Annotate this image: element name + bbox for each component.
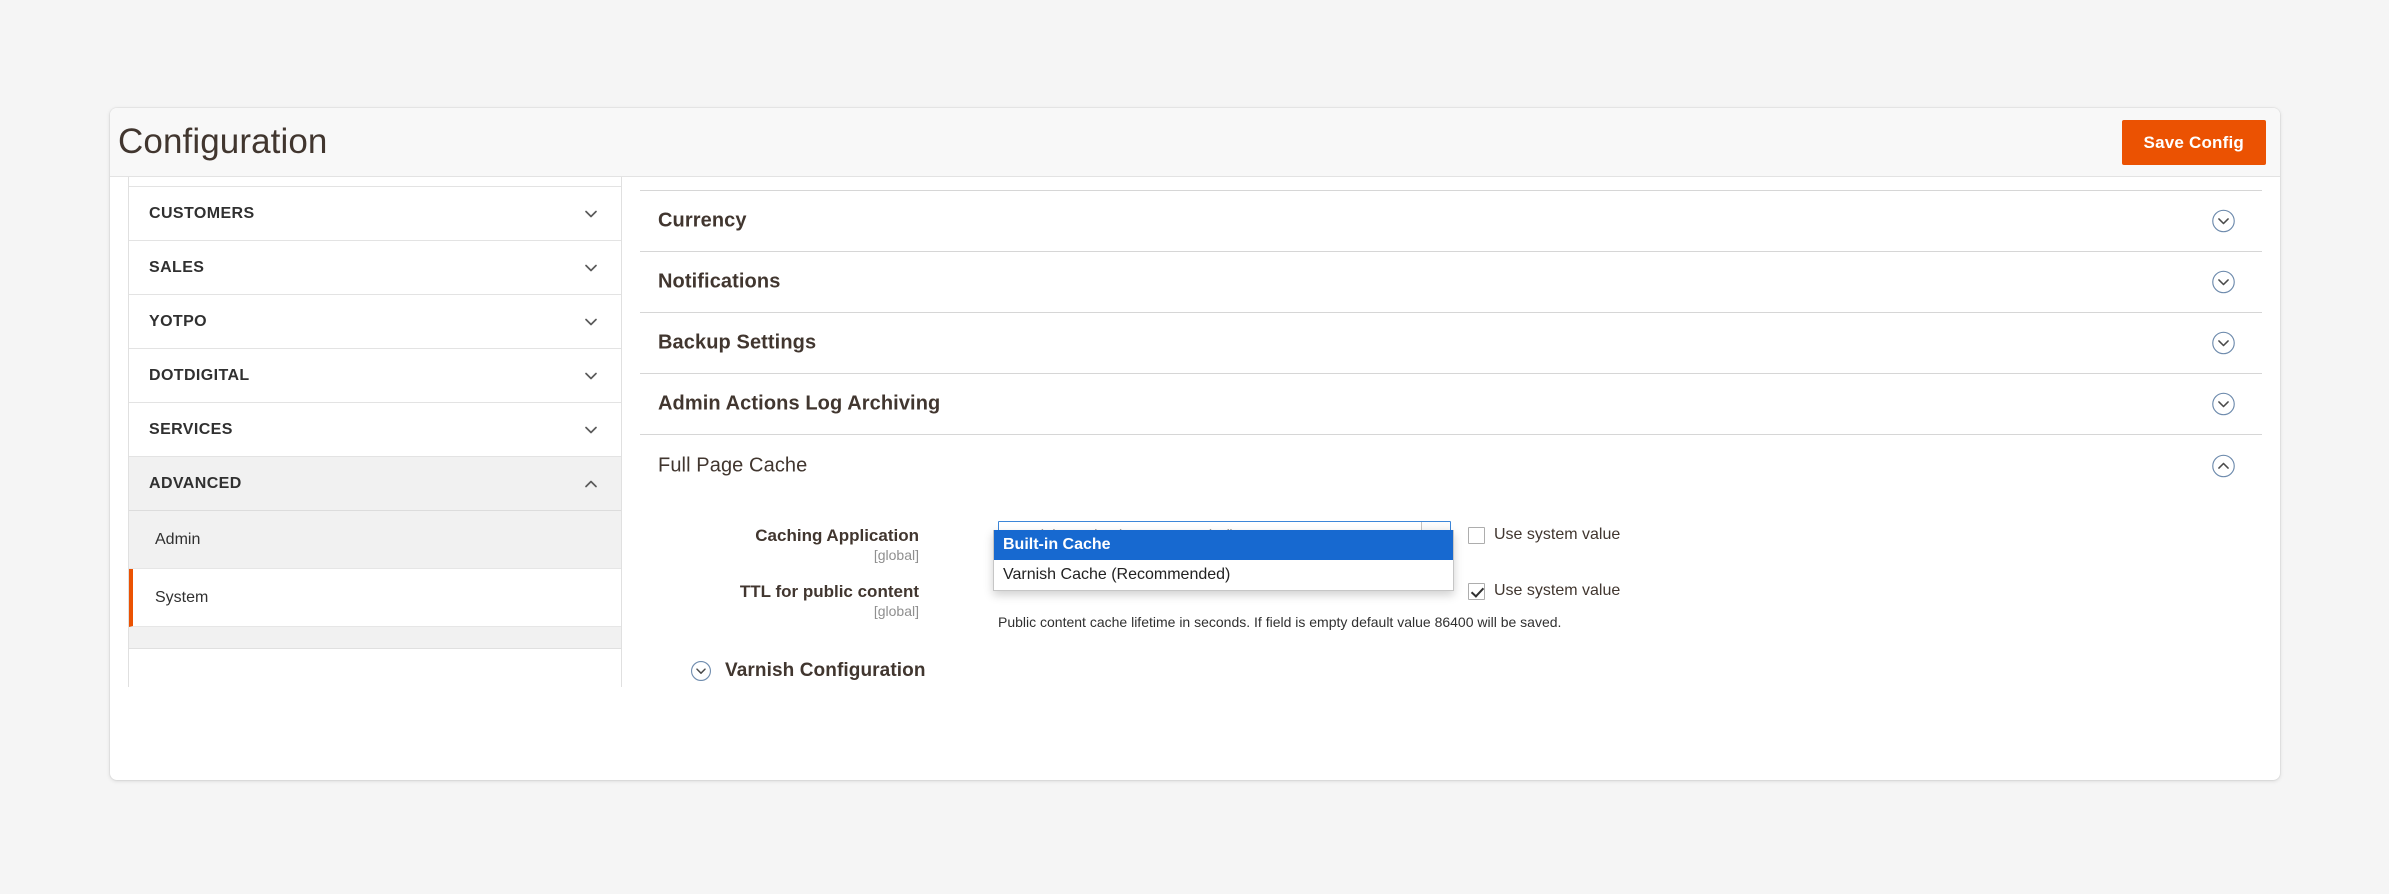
chevron-down-icon [583, 422, 599, 438]
scope-tag: [global] [873, 546, 919, 563]
scope-tag: [global] [873, 602, 919, 619]
config-section-currency[interactable]: Currency [640, 191, 2262, 252]
sidebar-item-advanced[interactable]: ADVANCED [129, 457, 621, 511]
sidebar-section-clipped[interactable] [129, 177, 621, 187]
config-section-notifications[interactable]: Notifications [640, 252, 2262, 313]
config-main-panel: Currency Notifications Backup Settings A… [640, 177, 2262, 780]
sidebar-item-label: CUSTOMERS [149, 204, 255, 222]
circled-chevron-down-icon [2211, 209, 2236, 234]
chevron-down-icon [583, 206, 599, 222]
config-section-title: Backup Settings [658, 331, 817, 354]
sidebar-item-dotdigital[interactable]: DOTDIGITAL [129, 349, 621, 403]
subsection-title: Varnish Configuration [725, 660, 926, 681]
sidebar-subitem-system[interactable]: System [129, 569, 621, 627]
subsection-varnish-configuration[interactable]: Varnish Configuration [690, 660, 2262, 682]
sidebar-item-label: ADVANCED [149, 474, 242, 492]
circled-chevron-down-icon [2211, 392, 2236, 417]
config-section-admin-actions-log-archiving[interactable]: Admin Actions Log Archiving [640, 374, 2262, 435]
use-system-value-label: Use system value [1494, 582, 1621, 599]
save-config-button[interactable]: Save Config [2121, 120, 2266, 165]
chevron-down-icon [583, 314, 599, 330]
sidebar-item-label: SALES [149, 258, 205, 276]
sidebar-item-sales[interactable]: SALES [129, 241, 621, 295]
config-section-full-page-cache[interactable]: Full Page Cache [640, 435, 2262, 496]
circled-chevron-down-icon [2211, 270, 2236, 295]
circled-chevron-up-icon [2211, 453, 2236, 478]
config-section-backup-settings[interactable]: Backup Settings [640, 313, 2262, 374]
ttl-public-content-label: TTL for public content [global] [640, 582, 919, 619]
sidebar-item-label: YOTPO [149, 312, 208, 330]
ttl-public-content-note: Public content cache lifetime in seconds… [998, 614, 1562, 630]
config-section-title: Notifications [658, 270, 781, 293]
page-header: Configuration Save Config [110, 108, 2280, 177]
chevron-down-icon [583, 368, 599, 384]
caching-application-label: Caching Application [global] [640, 526, 919, 563]
sidebar-item-services[interactable]: SERVICES [129, 403, 621, 457]
chevron-down-icon [583, 260, 599, 276]
config-section-clipped[interactable] [640, 177, 2262, 191]
sidebar-footer-strip [129, 627, 621, 649]
sidebar-item-customers[interactable]: CUSTOMERS [129, 187, 621, 241]
use-system-value-label: Use system value [1494, 526, 1621, 543]
use-system-value-checkbox[interactable] [1468, 582, 1485, 600]
sidebar-subitem-label: Admin [155, 530, 201, 548]
caching-application-use-system-value[interactable]: Use system value [1468, 526, 1620, 544]
full-page-cache-fieldset: Caching Application [global] Varnish Cac… [640, 496, 2262, 682]
config-sidebar: CUSTOMERS SALES YOTPO DOTDIGITAL SERVICE… [128, 177, 622, 687]
dropdown-option-built-in-cache[interactable]: Built-in Cache [994, 530, 1453, 560]
configuration-page-card: Configuration Save Config CUSTOMERS SALE… [110, 108, 2280, 780]
config-section-title: Admin Actions Log Archiving [658, 392, 941, 415]
page-title: Configuration [118, 122, 328, 161]
sidebar-item-label: SERVICES [149, 420, 233, 438]
sidebar-item-yotpo[interactable]: YOTPO [129, 295, 621, 349]
caching-application-dropdown-list[interactable]: Built-in Cache Varnish Cache (Recommende… [993, 530, 1454, 591]
dropdown-option-varnish-cache[interactable]: Varnish Cache (Recommended) [994, 560, 1453, 590]
sidebar-item-label: DOTDIGITAL [149, 366, 250, 384]
circled-chevron-down-icon [690, 660, 712, 682]
chevron-up-icon [583, 476, 599, 492]
use-system-value-checkbox[interactable] [1468, 526, 1485, 544]
ttl-public-content-use-system-value[interactable]: Use system value [1468, 582, 1620, 600]
sidebar-subitem-admin[interactable]: Admin [129, 511, 621, 569]
config-section-title: Full Page Cache [658, 454, 808, 476]
circled-chevron-down-icon [2211, 331, 2236, 356]
config-section-title: Currency [658, 209, 747, 232]
page-body: CUSTOMERS SALES YOTPO DOTDIGITAL SERVICE… [110, 177, 2280, 780]
sidebar-subitem-label: System [155, 588, 209, 606]
